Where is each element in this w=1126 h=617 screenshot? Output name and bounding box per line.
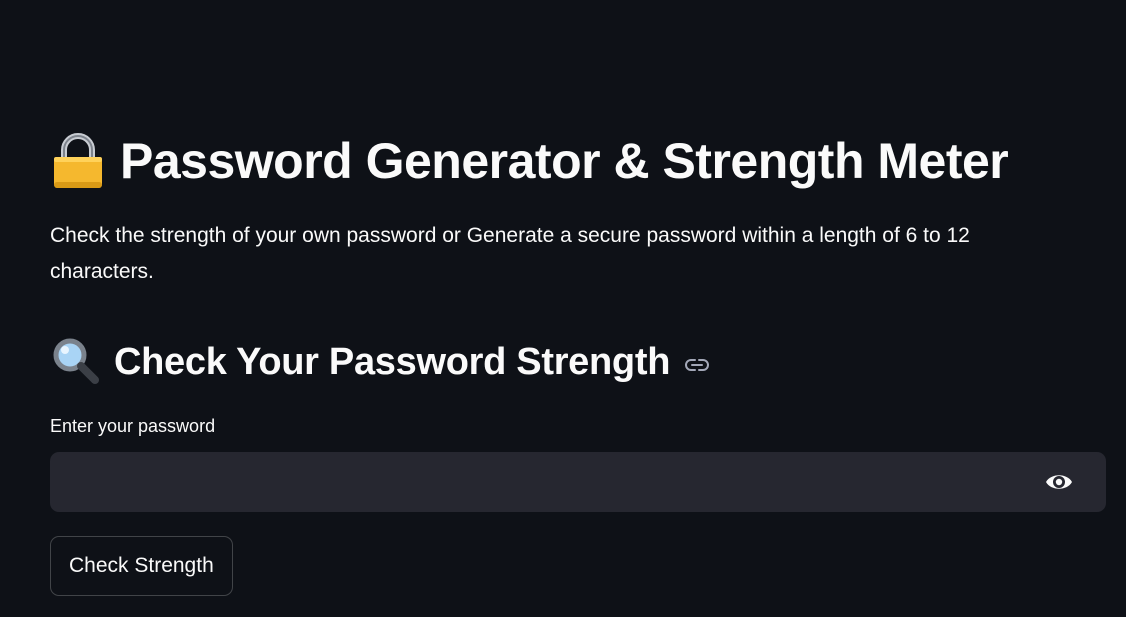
check-strength-heading-text: Check Your Password Strength: [114, 340, 671, 383]
check-strength-heading: Check Your Password Strength: [50, 336, 710, 388]
eye-icon[interactable]: [1044, 470, 1074, 494]
page-title: Password Generator & Strength Meter: [50, 128, 1009, 194]
page-description: Check the strength of your own password …: [50, 224, 970, 283]
app-page: Password Generator & Strength Meter Chec…: [0, 0, 1126, 617]
password-input-container: [50, 452, 1106, 512]
password-input[interactable]: [50, 452, 1010, 512]
check-strength-button[interactable]: Check Strength: [50, 536, 233, 596]
magnifying-glass-icon: [50, 336, 100, 389]
password-field-label: Enter your password: [50, 416, 216, 436]
lock-icon: [50, 132, 106, 190]
link-icon[interactable]: [684, 357, 710, 373]
page-title-text: Password Generator & Strength Meter: [120, 133, 1009, 189]
